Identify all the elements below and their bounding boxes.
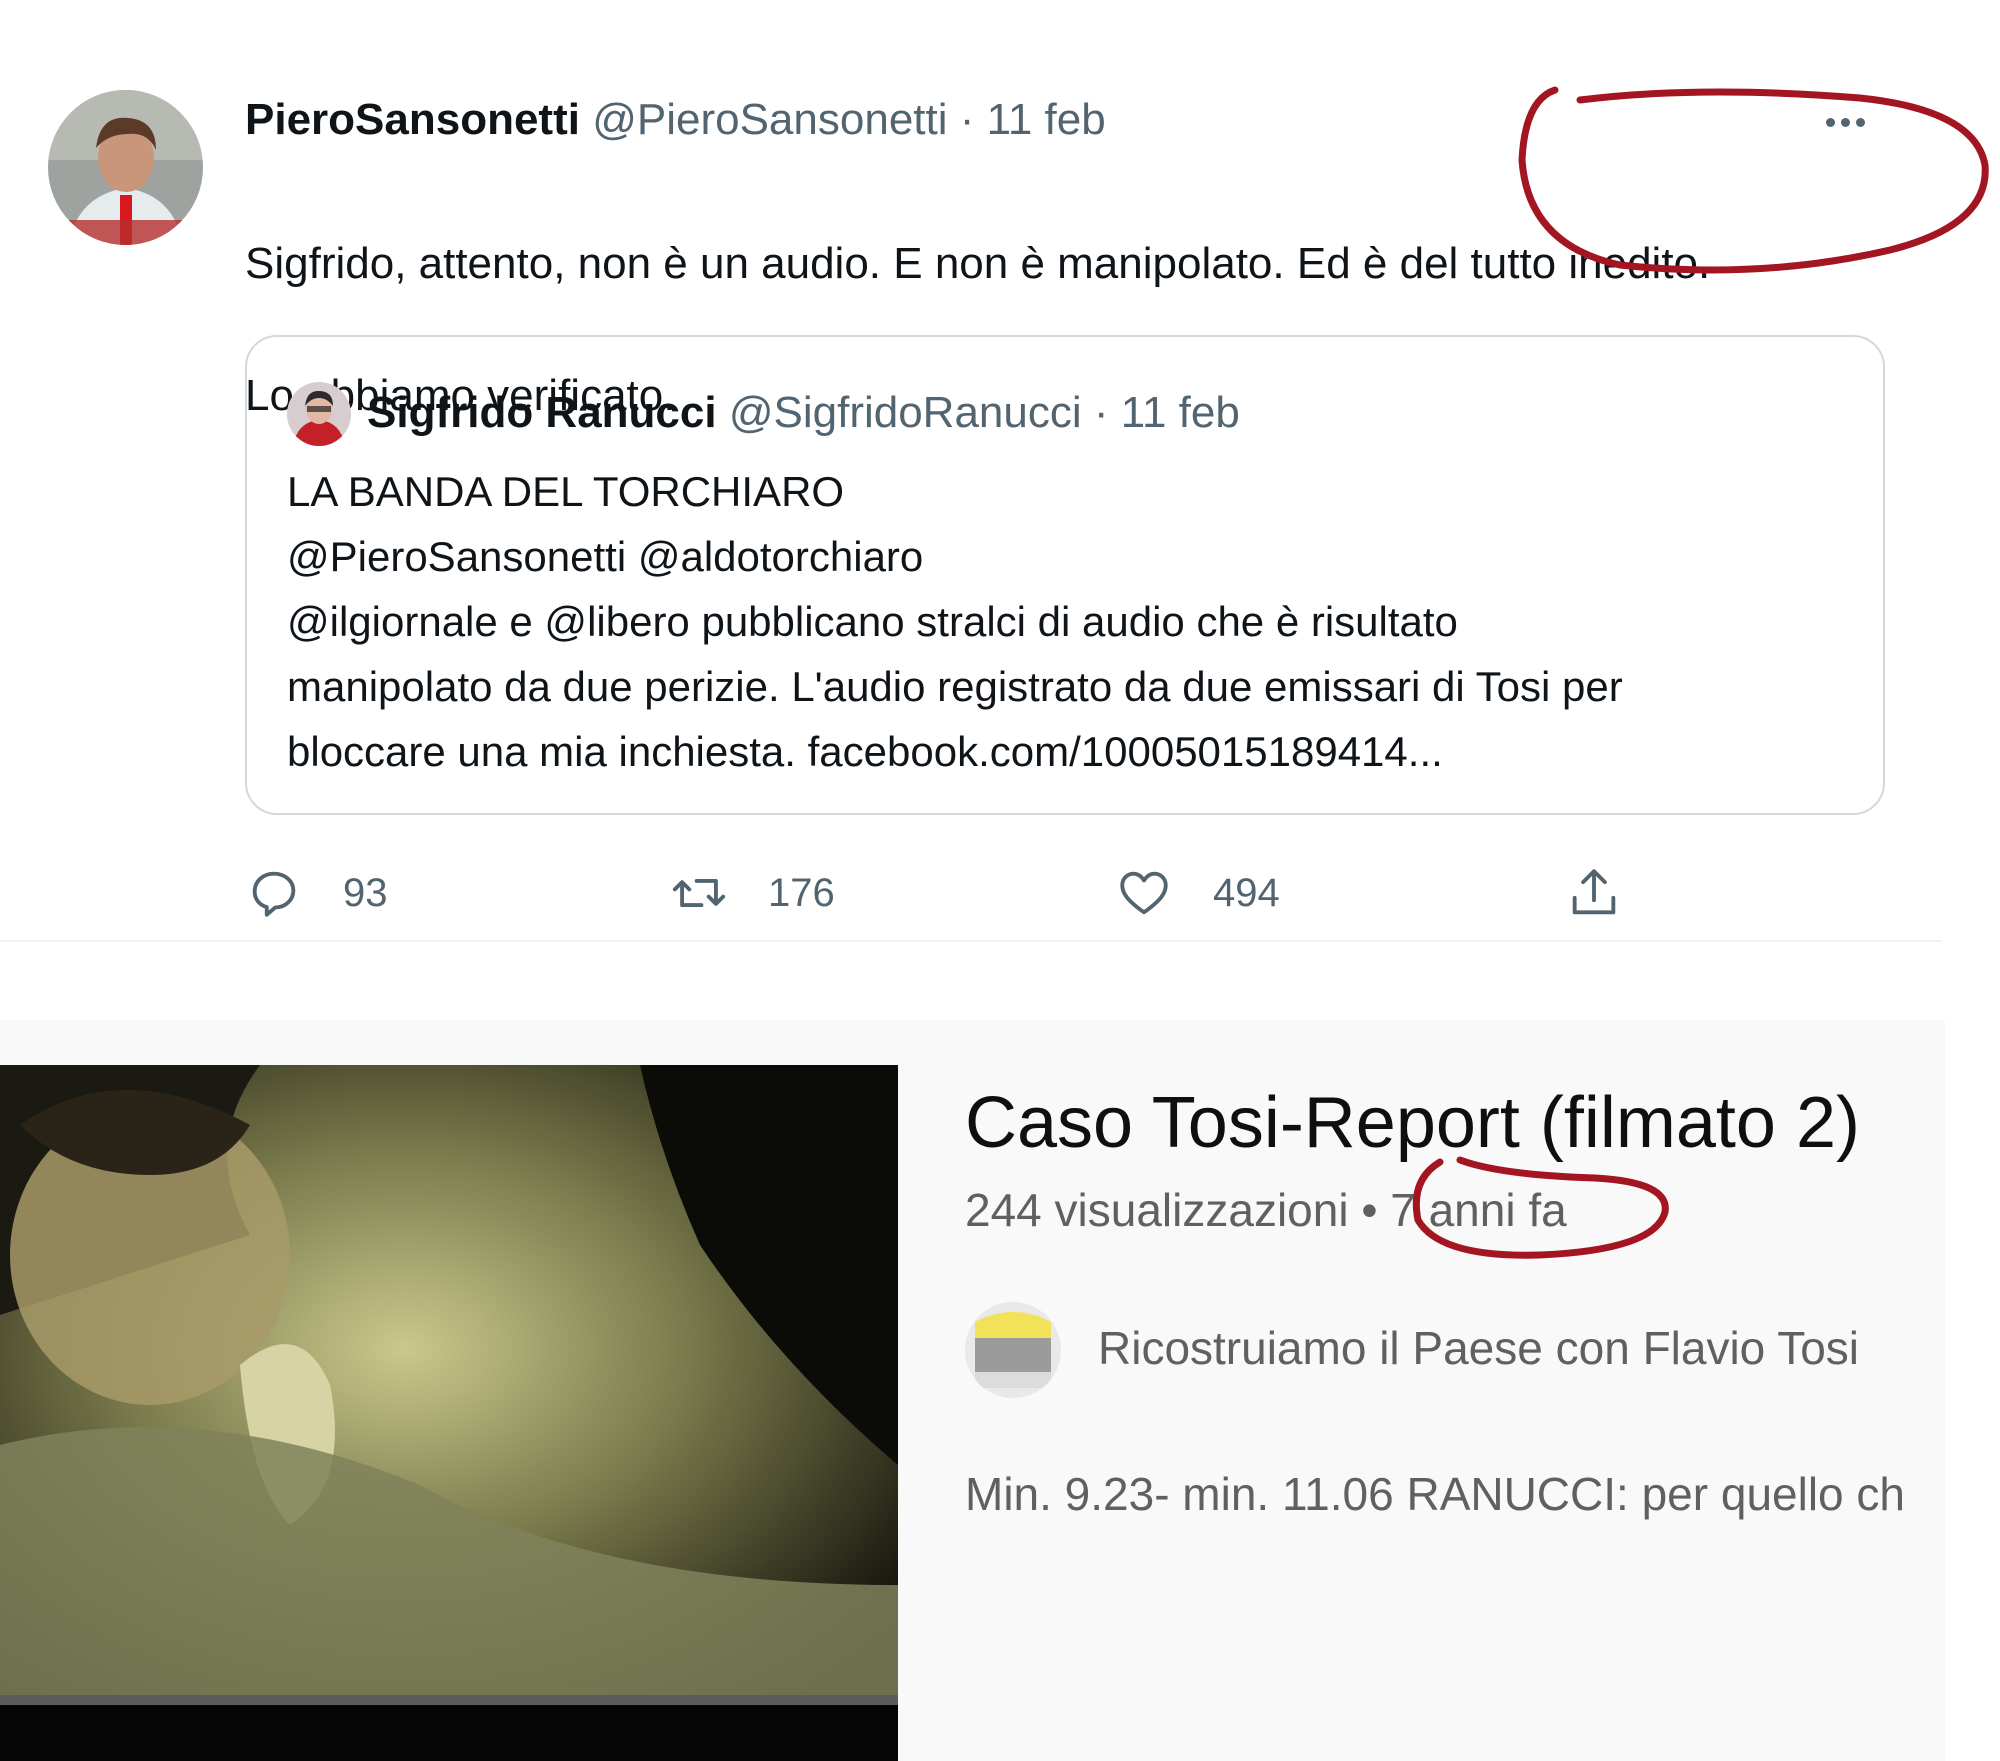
quoted-author-name[interactable]: Sigfrido Ranucci — [367, 388, 717, 437]
video-thumbnail[interactable] — [0, 1065, 898, 1761]
heart-icon — [1120, 871, 1168, 915]
share-icon — [1572, 869, 1616, 915]
retweet-count: 176 — [768, 870, 835, 915]
reply-count: 93 — [343, 870, 388, 915]
quoted-header-separator: · — [1093, 388, 1109, 437]
header-separator: · — [959, 95, 975, 144]
retweet-button[interactable]: 176 — [670, 863, 835, 923]
upload-age: 7 anni fa — [1390, 1184, 1567, 1236]
share-button[interactable] — [1565, 863, 1663, 923]
tweet-card[interactable]: PieroSansonetti @PieroSansonetti · 11 fe… — [0, 25, 1942, 942]
tweet-text-line: Sigfrido, attento, non è un audio. E non… — [245, 239, 1711, 288]
reply-icon — [252, 871, 296, 917]
more-options-icon[interactable] — [1826, 107, 1886, 137]
quoted-tweet-header: Sigfrido Ranucci @SigfridoRanucci · 11 f… — [367, 383, 1240, 443]
quoted-tweet-text: LA BANDA DEL TORCHIARO @PieroSansonetti … — [287, 459, 1867, 784]
meta-separator: • — [1361, 1184, 1378, 1236]
quoted-tweet[interactable]: Sigfrido Ranucci @SigfridoRanucci · 11 f… — [245, 335, 1885, 815]
quoted-text-line: LA BANDA DEL TORCHIARO — [287, 468, 845, 515]
video-description: Min. 9.23- min. 11.06 RANUCCI: per quell… — [965, 1468, 1905, 1520]
quoted-tweet-date[interactable]: 11 feb — [1121, 388, 1240, 437]
quoted-author-handle[interactable]: @SigfridoRanucci — [729, 388, 1082, 437]
channel-name[interactable]: Ricostruiamo il Paese con Flavio Tosi — [1098, 1318, 1859, 1378]
video-metadata: 244 visualizzazioni • 7 anni fa — [965, 1180, 1567, 1240]
tweet-date[interactable]: 11 feb — [987, 95, 1106, 144]
quoted-text-line: @ilgiornale e @libero pubblicano stralci… — [287, 598, 1458, 645]
reply-button[interactable]: 93 — [245, 863, 388, 923]
retweet-icon — [672, 878, 726, 908]
author-avatar[interactable] — [48, 90, 203, 245]
quoted-text-line: manipolato da due perizie. L'audio regis… — [287, 663, 1623, 710]
quoted-text-line: bloccare una mia inchiesta. facebook.com… — [287, 728, 1443, 775]
tweet-header: PieroSansonetti @PieroSansonetti · 11 fe… — [245, 93, 1106, 147]
quoted-text-line: @PieroSansonetti @aldotorchiaro — [287, 533, 924, 580]
like-count: 494 — [1213, 870, 1280, 915]
video-title[interactable]: Caso Tosi-Report (filmato 2) — [965, 1075, 1860, 1171]
author-handle[interactable]: @PieroSansonetti — [592, 95, 947, 144]
view-count: 244 visualizzazioni — [965, 1184, 1349, 1236]
like-button[interactable]: 494 — [1115, 863, 1280, 923]
quoted-author-avatar — [287, 382, 351, 446]
author-name[interactable]: PieroSansonetti — [245, 95, 580, 144]
channel-avatar[interactable] — [965, 1302, 1061, 1398]
video-result[interactable]: Caso Tosi-Report (filmato 2) 244 visuali… — [0, 1020, 1945, 1761]
